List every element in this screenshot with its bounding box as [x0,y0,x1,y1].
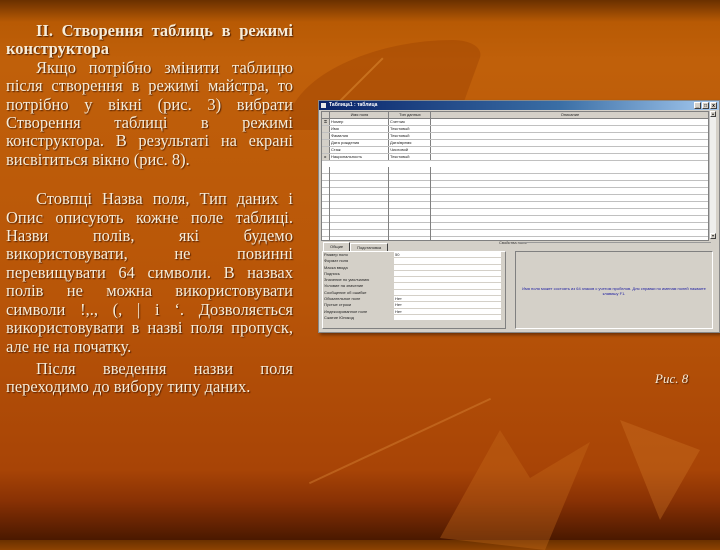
window-title: Таблица1 : таблица [329,102,378,108]
row-selector-header [322,112,330,118]
background-leaf-decoration [620,420,700,520]
property-value-input[interactable] [394,314,501,322]
figure-caption: Рис. 8 [655,371,689,386]
property-label: Сжатие Юникод [324,314,354,320]
paragraph: Стовпці Назва поля, Тип даних і Опис опи… [6,189,293,356]
data-type-cell[interactable]: Дата/время [389,140,431,146]
scroll-up-arrow-icon[interactable]: ▴ [710,111,716,117]
scroll-down-arrow-icon[interactable]: ▾ [710,233,716,239]
window-title-bar[interactable]: Таблица1 : таблица _ □ x [319,101,719,110]
table-row[interactable]: Стаж Числовой [322,147,708,154]
table-row[interactable]: ▸ Национальность Текстовый [322,154,708,161]
row-selector[interactable] [322,126,330,132]
description-cell[interactable] [431,154,708,160]
paragraph: Після введення назви поля переходимо до … [6,358,293,397]
table-icon [321,103,326,108]
current-row-marker-icon[interactable]: ▸ [322,154,330,160]
table-row[interactable]: Имя Текстовый [322,126,708,133]
hint-text: Имя поля может состоять из 64 знаков с у… [522,286,706,296]
close-button[interactable]: x [710,102,717,109]
table-row[interactable]: ⚿ Номер Счетчик [322,119,708,126]
row-selector[interactable] [322,140,330,146]
data-type-cell[interactable]: Текстовый [389,126,431,132]
field-name-cell[interactable]: Национальность [330,154,389,160]
description-cell[interactable] [431,147,708,153]
field-properties-panel: Размер поля 50 Формат поля Маска ввода П… [322,251,506,329]
data-type-cell[interactable]: Текстовый [389,133,431,139]
data-type-cell[interactable]: Счетчик [389,119,431,125]
divider [519,242,711,243]
field-name-cell[interactable]: Номер [330,119,389,125]
slide-text: II. Створення таблиць в режимі конструкт… [6,21,293,397]
access-table-design-window: Таблица1 : таблица _ □ x Имя поля Тип да… [318,100,720,333]
field-name-cell[interactable]: Имя [330,126,389,132]
field-name-cell[interactable]: Фамилия [330,133,389,139]
empty-grid-rows[interactable] [322,167,708,240]
vertical-scrollbar[interactable]: ▴ ▾ [709,111,716,239]
description-cell[interactable] [431,119,708,125]
column-header-description[interactable]: Описание [431,112,708,118]
table-row[interactable]: Дата рождения Дата/время [322,140,708,147]
description-cell[interactable] [431,126,708,132]
field-name-cell[interactable]: Дата рождения [330,140,389,146]
slide-heading: II. Створення таблиць в режимі конструкт… [6,21,293,59]
field-design-grid: Имя поля Тип данных Описание ⚿ Номер Сче… [321,111,709,241]
hint-panel: Имя поля может состоять из 64 знаков с у… [515,251,713,329]
maximize-button[interactable]: □ [702,102,709,109]
description-cell[interactable] [431,140,708,146]
tab-general[interactable]: Общие [323,242,351,251]
field-name-cell[interactable]: Стаж [330,147,389,153]
background-leaf-decoration [440,430,590,550]
paragraph: Якщо потрібно змінити таблицю після ство… [6,57,293,169]
table-row[interactable]: Фамилия Текстовый [322,133,708,140]
property-row: Сжатие Юникод [323,314,505,322]
row-selector[interactable] [322,147,330,153]
primary-key-icon[interactable]: ⚿ [322,119,330,125]
row-selector[interactable] [322,133,330,139]
data-type-cell[interactable]: Числовой [389,147,431,153]
description-cell[interactable] [431,133,708,139]
column-header-field-name[interactable]: Имя поля [330,112,389,118]
tab-lookup[interactable]: Подстановка [350,243,389,251]
minimize-button[interactable]: _ [694,102,701,109]
grid-header: Имя поля Тип данных Описание [322,112,708,119]
column-header-data-type[interactable]: Тип данных [389,112,431,118]
background-stem-decoration [308,397,492,485]
data-type-cell[interactable]: Текстовый [389,154,431,160]
